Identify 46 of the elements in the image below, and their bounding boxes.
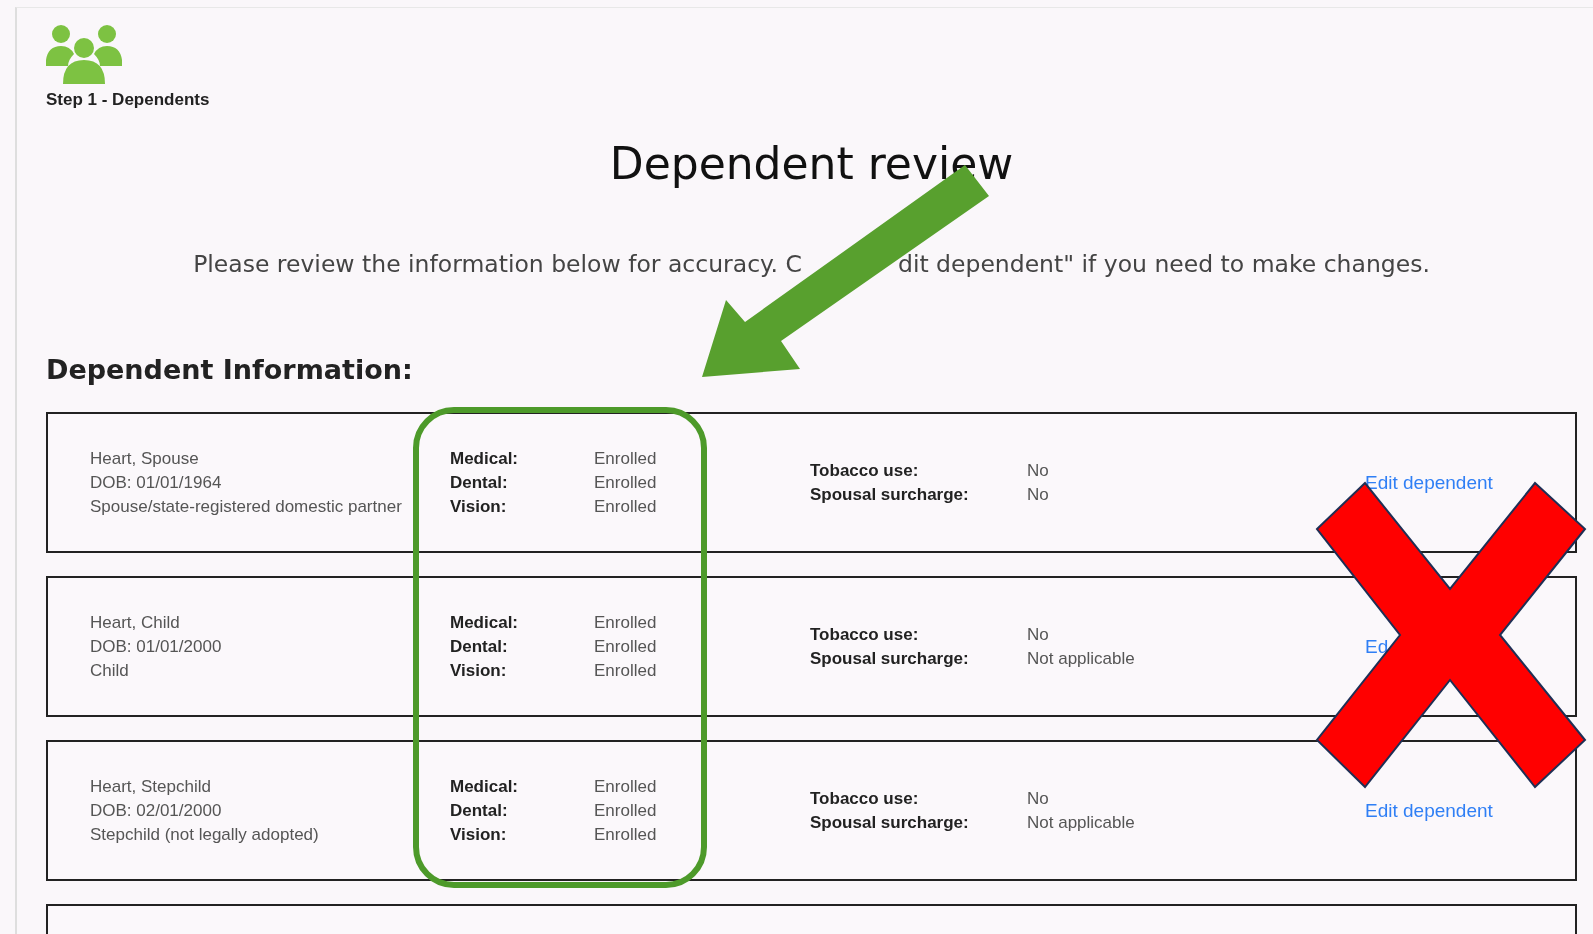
dependent-relationship: Child: [90, 660, 130, 681]
detail-value: No: [1027, 484, 1050, 505]
detail-label: Tobacco use:: [810, 624, 920, 645]
detail-label: Spousal surcharge:: [810, 648, 970, 669]
coverage-value: Enrolled: [594, 824, 658, 845]
edit-dependent-link[interactable]: Ed: [1365, 635, 1389, 658]
dependent-dob: DOB: 01/01/1964: [90, 472, 223, 493]
detail-value: No: [1027, 460, 1050, 481]
coverage-label: Vision:: [450, 824, 508, 845]
instructions-text: Please review the information below for accuracy. C: [193, 250, 802, 278]
detail-value: No: [1027, 624, 1050, 645]
coverage-label: Medical:: [450, 776, 520, 797]
dependent-name: Heart, Child: [90, 612, 181, 633]
detail-value: No: [1027, 788, 1050, 809]
dependent-relationship: Stepchild (not legally adopted): [90, 824, 320, 845]
coverage-value: Enrolled: [594, 800, 658, 821]
detail-label: Spousal surcharge:: [810, 484, 970, 505]
coverage-value: Enrolled: [594, 776, 658, 797]
coverage-value: Enrolled: [594, 448, 658, 469]
coverage-value: Enrolled: [594, 472, 658, 493]
people-icon: [46, 22, 122, 84]
coverage-value: Enrolled: [594, 660, 658, 681]
coverage-label: Dental:: [450, 800, 509, 821]
step-label: Step 1 - Dependents: [46, 90, 210, 110]
edit-dependent-link[interactable]: Edit dependent: [1365, 799, 1493, 822]
coverage-label: Dental:: [450, 636, 509, 657]
detail-value: Not applicable: [1027, 812, 1136, 833]
detail-label: Spousal surcharge:: [810, 812, 970, 833]
dependent-relationship: Spouse/state-registered domestic partner: [90, 496, 403, 517]
coverage-label: Medical:: [450, 612, 520, 633]
coverage-label: Vision:: [450, 496, 508, 517]
section-heading: Dependent Information:: [46, 354, 414, 385]
coverage-value: Enrolled: [594, 496, 658, 517]
coverage-label: Vision:: [450, 660, 508, 681]
coverage-label: Medical:: [450, 448, 520, 469]
detail-value: Not applicable: [1027, 648, 1136, 669]
dependent-name: Heart, Stepchild: [90, 776, 212, 797]
detail-label: Tobacco use:: [810, 788, 920, 809]
dependent-name: Heart, Spouse: [90, 448, 200, 469]
dependent-dob: DOB: 02/01/2000: [90, 800, 223, 821]
detail-label: Tobacco use:: [810, 460, 920, 481]
coverage-value: Enrolled: [594, 636, 658, 657]
coverage-value: Enrolled: [594, 612, 658, 633]
instructions-text: dit dependent" if you need to make changes.: [897, 250, 1430, 278]
coverage-label: Dental:: [450, 472, 509, 493]
dependent-dob: DOB: 01/01/2000: [90, 636, 223, 657]
